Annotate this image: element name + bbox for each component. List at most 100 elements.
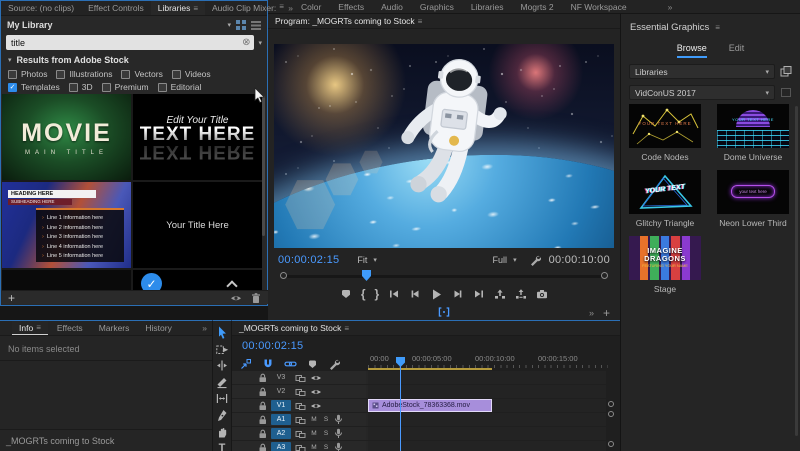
solo-button[interactable]: S (322, 430, 330, 437)
lock-icon[interactable] (258, 373, 267, 383)
go-to-out-icon[interactable] (473, 288, 485, 300)
library-dropdown-icon[interactable]: ▾ (227, 21, 231, 29)
snap-in-program-icon[interactable] (438, 306, 450, 318)
stock-thumb-your-title[interactable]: Your Title Here (133, 182, 262, 268)
track-a2-lane[interactable] (368, 427, 606, 440)
checkbox-checked-icon[interactable]: ✓ (8, 83, 17, 92)
checkbox-icon[interactable] (69, 83, 78, 92)
program-scrubber[interactable] (276, 270, 612, 282)
sync-lock-icon[interactable] (295, 443, 306, 451)
extract-icon[interactable] (515, 288, 527, 300)
workspace-mogrts2[interactable]: Mogrts 2 (520, 2, 553, 12)
step-forward-icon[interactable] (452, 288, 464, 300)
filter-photos[interactable]: Photos (8, 69, 47, 79)
track-height-handle[interactable] (608, 441, 614, 447)
zoom-level-select[interactable]: Fit ▾ (353, 254, 381, 266)
filter-editorial[interactable]: Editorial (158, 82, 202, 92)
lock-icon[interactable] (258, 429, 267, 439)
libraries-scrollbar[interactable] (262, 96, 265, 236)
scrubber-track[interactable] (282, 275, 606, 278)
library-select[interactable]: VidConUS 2017 ▾ (629, 85, 775, 100)
track-height-handle[interactable] (608, 411, 614, 417)
button-editor-icon[interactable]: + (603, 306, 610, 320)
tab-info[interactable]: Info ≡ (12, 321, 48, 335)
mute-button[interactable]: M (310, 444, 318, 451)
selection-tool[interactable] (214, 326, 230, 339)
tab-markers[interactable]: Markers (92, 321, 137, 335)
checkbox-icon[interactable] (102, 83, 111, 92)
list-view-icon[interactable] (250, 19, 261, 30)
filter-3d[interactable]: 3D (69, 82, 93, 92)
collapse-section-icon[interactable]: ▾ (8, 56, 12, 64)
panel-menu-icon[interactable]: ≡ (36, 323, 41, 332)
timeline-clip[interactable]: AdobeStock_78363368.mov (368, 399, 492, 412)
checkbox-icon[interactable] (8, 70, 17, 79)
checkbox-icon[interactable] (56, 70, 65, 79)
filter-vectors[interactable]: Vectors (121, 69, 162, 79)
mute-button[interactable]: M (310, 430, 318, 437)
sync-status-icon[interactable] (230, 293, 242, 303)
solo-button[interactable]: S (322, 416, 330, 423)
search-clear-icon[interactable]: ⊗ (242, 37, 250, 48)
program-video-frame[interactable] (274, 44, 614, 248)
export-frame-icon[interactable] (536, 288, 548, 300)
workspace-audio[interactable]: Audio (381, 2, 403, 12)
track-a3-lane[interactable] (368, 441, 606, 451)
panel-menu-icon[interactable]: ≡ (418, 17, 423, 26)
workspace-effects[interactable]: Effects (338, 2, 364, 12)
timeline-settings-icon[interactable] (328, 358, 340, 370)
stock-thumb-movie-title[interactable]: MOVIE MAIN TITLE (2, 94, 131, 180)
step-back-icon[interactable] (409, 288, 421, 300)
grid-view-icon[interactable] (235, 19, 246, 30)
solo-button[interactable]: S (322, 444, 330, 451)
tab-edit[interactable]: Edit (729, 43, 745, 58)
track-select-forward-tool[interactable] (214, 343, 230, 356)
filter-illustrations[interactable]: Illustrations (56, 69, 112, 79)
mogrt-item-stage[interactable]: IMAGINE DRAGONS FEATURING YOUR NAME Stag… (625, 236, 705, 294)
button-overflow-icon[interactable]: » (589, 308, 594, 318)
workspace-overflow-icon[interactable]: » (668, 2, 673, 12)
work-area-bar[interactable] (368, 368, 492, 370)
track-v3-lane[interactable] (368, 371, 606, 384)
panel-menu-icon[interactable]: ≡ (715, 23, 720, 32)
mogrt-item-code-nodes[interactable]: YOUR TEXT HERE Code Nodes (625, 104, 705, 162)
search-options-icon[interactable]: ▾ (258, 39, 262, 47)
track-a1-lane[interactable] (368, 413, 606, 426)
track-height-handle[interactable] (608, 401, 614, 407)
go-to-in-icon[interactable] (388, 288, 400, 300)
tab-history[interactable]: History (138, 321, 178, 335)
tab-overflow-icon[interactable]: » (283, 3, 298, 13)
workspace-color[interactable]: Color (301, 2, 321, 12)
hand-tool[interactable] (214, 425, 230, 438)
source-select[interactable]: Libraries ▾ (629, 64, 775, 79)
track-output-eye-icon[interactable] (310, 373, 322, 383)
checkbox-icon[interactable] (172, 70, 181, 79)
snap-magnet-icon[interactable] (262, 358, 274, 370)
pen-tool[interactable] (214, 409, 230, 422)
workspace-nf[interactable]: NF Workspace (571, 2, 627, 12)
filter-templates[interactable]: ✓Templates (8, 82, 60, 92)
stock-thumb-selected[interactable]: ✓ (133, 270, 262, 291)
tab-audio-clip-mixer[interactable]: Audio Clip Mixer: (205, 1, 283, 15)
checkbox-icon[interactable] (121, 70, 130, 79)
media-browser-icon[interactable] (780, 66, 792, 77)
stock-thumb-text-here[interactable]: Edit Your Title TEXT HERE TEXT HERE (133, 94, 262, 180)
timeline-playhead-line[interactable] (400, 359, 401, 451)
sync-lock-icon[interactable] (295, 429, 306, 439)
track-name-v3[interactable]: V3 (271, 372, 291, 383)
panel-menu-icon[interactable]: ≡ (193, 4, 198, 13)
sync-lock-icon[interactable] (295, 373, 306, 383)
search-input[interactable] (6, 35, 254, 50)
sync-lock-icon[interactable] (295, 401, 306, 411)
track-name-v2[interactable]: V2 (271, 386, 291, 397)
results-header[interactable]: ▾ Results from Adobe Stock (1, 52, 267, 66)
track-output-eye-icon[interactable] (310, 387, 322, 397)
tab-source[interactable]: Source: (no clips) (1, 1, 81, 15)
tab-sequence[interactable]: _MOGRTs coming to Stock ≡ (232, 321, 356, 335)
settings-wrench-icon[interactable] (529, 254, 541, 266)
playback-resolution-select[interactable]: Full ▾ (489, 254, 521, 266)
tab-effects[interactable]: Effects (50, 321, 90, 335)
track-name-a1[interactable]: A1 (271, 414, 291, 425)
checkbox-icon[interactable] (158, 83, 167, 92)
filter-premium[interactable]: Premium (102, 82, 149, 92)
